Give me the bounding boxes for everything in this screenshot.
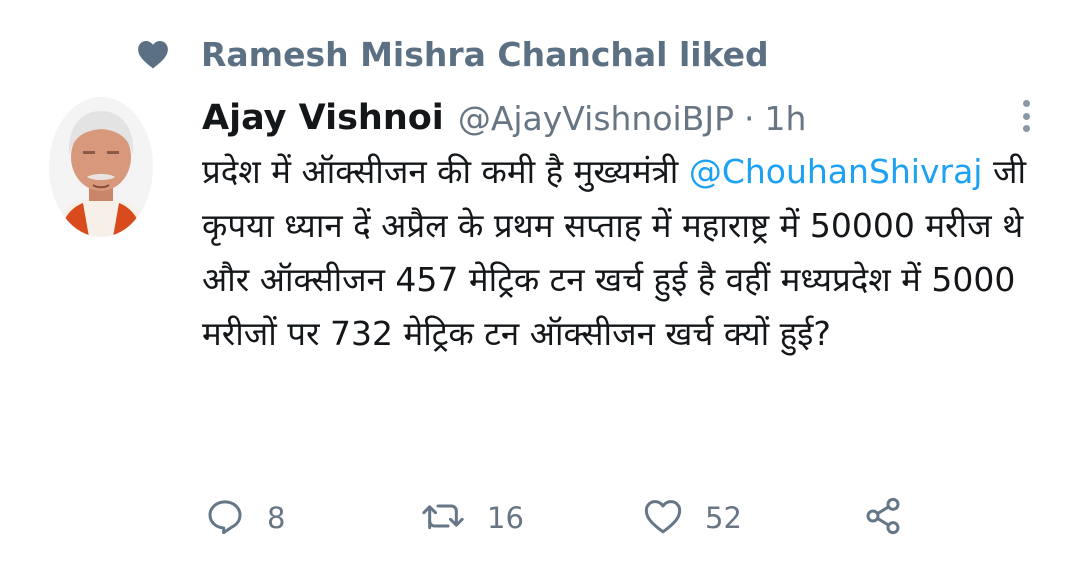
author-name[interactable]: Ajay Vishnoi [202, 98, 444, 138]
like-button[interactable]: 52 [643, 494, 863, 542]
timestamp[interactable]: 1h [764, 99, 806, 138]
tweet-text-part-1: प्रदेश में ऑक्सीजन की कमी है मुख्यमंत्री [202, 152, 689, 191]
retweet-icon [421, 496, 465, 540]
avatar[interactable] [49, 97, 153, 237]
share-button[interactable] [863, 494, 913, 542]
tweet-actions: 8 16 52 [205, 494, 913, 542]
reply-count: 8 [267, 501, 286, 535]
mention-link[interactable]: @ChouhanShivraj [689, 152, 983, 191]
tweet-card[interactable]: Ramesh Mishra Chanchal liked Ajay Vishno… [0, 0, 1080, 569]
more-options-button[interactable] [1012, 96, 1040, 136]
tweet-header: Ajay Vishnoi @AjayVishnoiBJP · 1h [202, 92, 806, 144]
share-icon [863, 496, 903, 540]
retweet-button[interactable]: 16 [421, 494, 643, 542]
tweet-text: प्रदेश में ऑक्सीजन की कमी है मुख्यमंत्री… [202, 145, 1032, 361]
reply-button[interactable]: 8 [205, 494, 421, 542]
author-handle[interactable]: @AjayVishnoiBJP [458, 99, 734, 138]
header-separator: · [743, 98, 755, 138]
like-count: 52 [705, 501, 742, 535]
more-options-icon [1022, 100, 1030, 107]
social-context-text[interactable]: Ramesh Mishra Chanchal liked [201, 35, 769, 74]
reply-icon [205, 496, 245, 540]
like-heart-icon [643, 497, 683, 539]
retweet-count: 16 [487, 501, 524, 535]
heart-icon [133, 34, 173, 74]
social-context: Ramesh Mishra Chanchal liked [133, 30, 769, 78]
